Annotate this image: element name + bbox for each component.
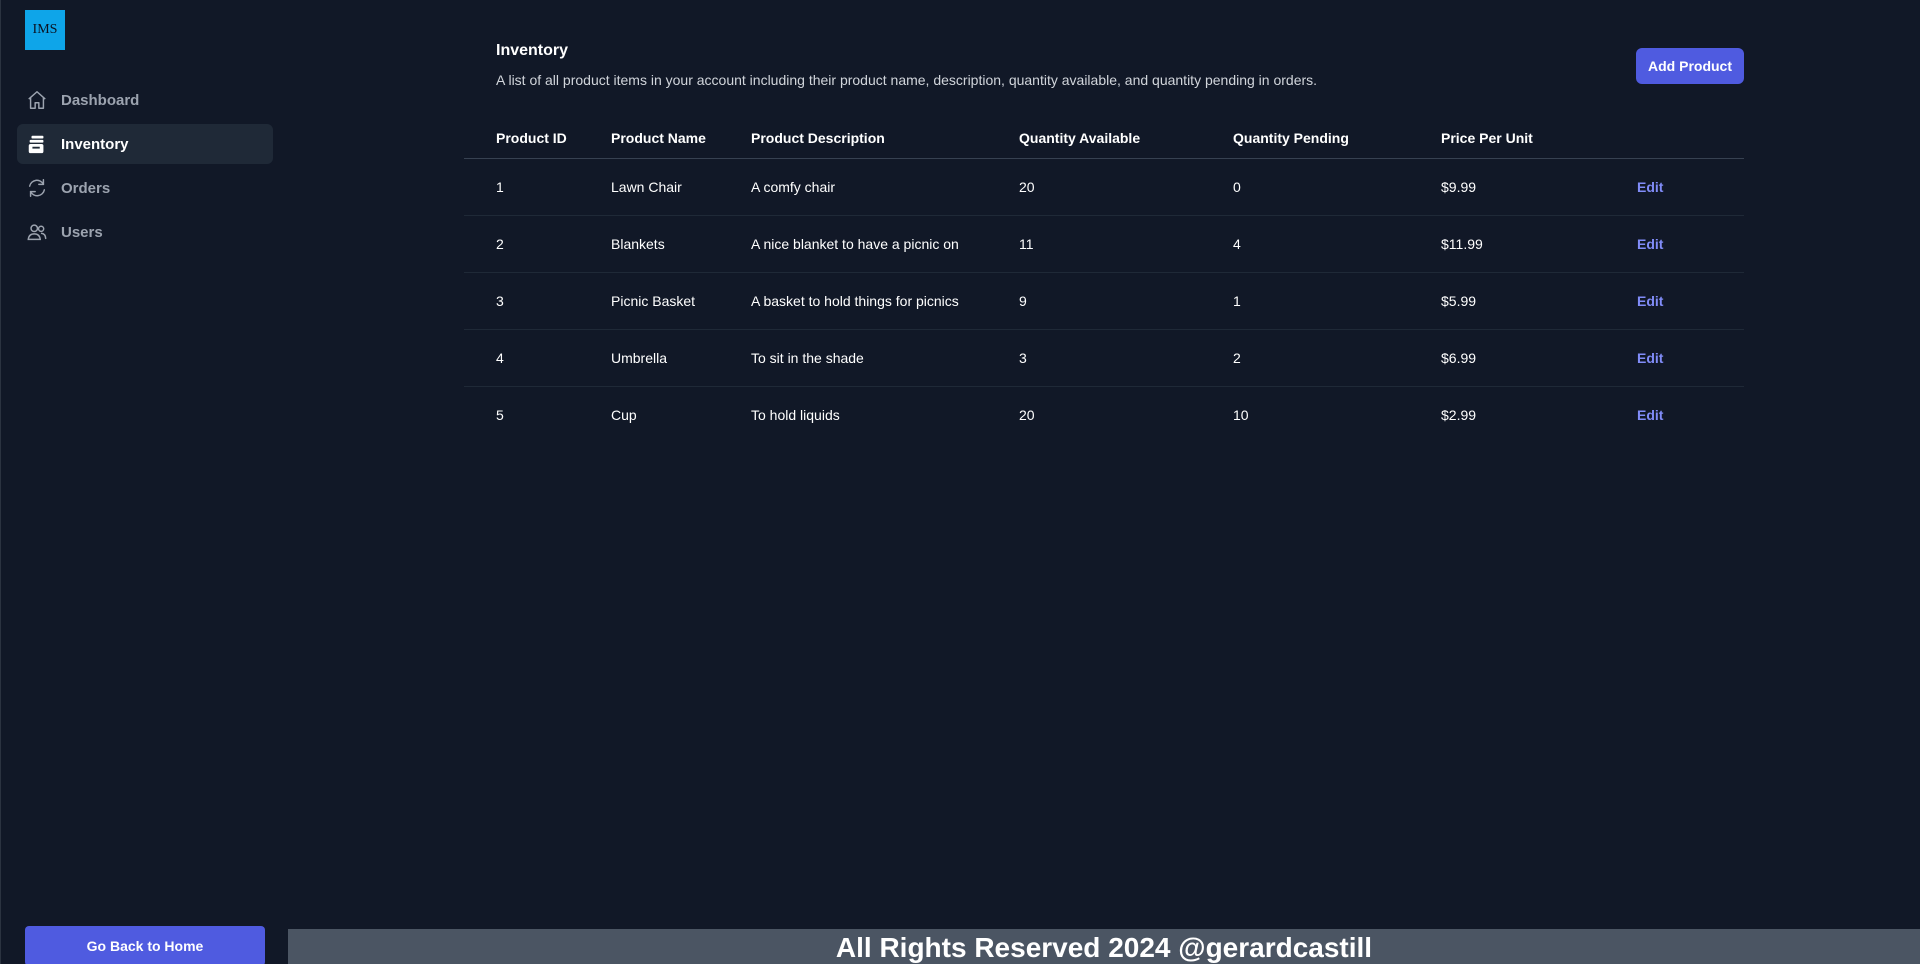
cell-quantity-pending: 1 bbox=[1233, 272, 1441, 330]
edit-link[interactable]: Edit bbox=[1637, 236, 1663, 252]
cell-product-name: Lawn Chair bbox=[611, 158, 751, 216]
cell-quantity-pending: 10 bbox=[1233, 406, 1249, 423]
cell-quantity-available: 3 bbox=[1019, 329, 1233, 387]
footer-text: All Rights Reserved 2024 @gerardcastill bbox=[835, 931, 1373, 963]
cell-product-description: To sit in the shade bbox=[751, 329, 1019, 387]
cell-product-description: To hold liquids bbox=[751, 406, 840, 423]
sidebar-item-label: Users bbox=[61, 223, 103, 241]
users-icon bbox=[25, 220, 49, 244]
sidebar-item-label: Orders bbox=[61, 179, 111, 197]
column-header-quantity-pending: Quantity Pending bbox=[1233, 118, 1441, 159]
table-row: 5 Cup To hold liquids 20 10 $2.99 Edit bbox=[464, 386, 1744, 443]
sidebar-item-orders[interactable]: Orders bbox=[17, 168, 273, 208]
edit-link[interactable]: Edit bbox=[1637, 407, 1663, 423]
cell-product-id: 1 bbox=[464, 158, 611, 216]
sidebar-item-inventory[interactable]: Inventory bbox=[17, 124, 273, 164]
inventory-table-container: Product ID Product Name Product Descript… bbox=[464, 118, 1744, 443]
main-content: Inventory A list of all product items in… bbox=[288, 0, 1920, 964]
table-header-row: Product ID Product Name Product Descript… bbox=[464, 118, 1744, 159]
edit-link[interactable]: Edit bbox=[1637, 293, 1663, 309]
cell-product-name: Umbrella bbox=[611, 329, 751, 387]
cell-actions: Edit bbox=[1637, 386, 1744, 443]
cell-price: $5.99 bbox=[1441, 272, 1637, 330]
cell-quantity-pending: 0 bbox=[1233, 158, 1441, 216]
cell-product-id: 4 bbox=[464, 329, 611, 387]
cell-product-id: 5 bbox=[496, 406, 504, 423]
cell-product-description: A basket to hold things for picnics bbox=[751, 272, 1019, 330]
page-title: Inventory bbox=[496, 42, 569, 59]
cell-price: $9.99 bbox=[1441, 158, 1637, 216]
inventory-table: Product ID Product Name Product Descript… bbox=[464, 118, 1744, 443]
cell-product-id: 2 bbox=[464, 215, 611, 273]
table-row: 2 Blankets A nice blanket to have a picn… bbox=[464, 215, 1744, 273]
cell-price: $11.99 bbox=[1441, 215, 1637, 273]
column-header-quantity-available: Quantity Available bbox=[1019, 118, 1233, 159]
table-row: 3 Picnic Basket A basket to hold things … bbox=[464, 272, 1744, 330]
cell-product-id: 3 bbox=[464, 272, 611, 330]
column-header-product-id: Product ID bbox=[464, 118, 611, 159]
column-header-product-description: Product Description bbox=[751, 118, 1019, 159]
cell-price: $2.99 bbox=[1441, 406, 1477, 423]
cell-quantity-available: 11 bbox=[1019, 215, 1233, 273]
inventory-icon bbox=[25, 132, 49, 156]
app-root: IMS Dashboard Inventory Orders Users Go … bbox=[0, 0, 1920, 964]
cell-price: $6.99 bbox=[1441, 329, 1637, 387]
sidebar-item-label: Dashboard bbox=[61, 91, 140, 109]
column-header-price-per-unit: Price Per Unit bbox=[1441, 118, 1637, 159]
cell-actions: Edit bbox=[1637, 272, 1744, 330]
logo[interactable]: IMS bbox=[25, 10, 65, 50]
cell-quantity-available: 20 bbox=[1019, 158, 1233, 216]
page-header: Inventory A list of all product items in… bbox=[496, 42, 1746, 88]
cell-product-name: Cup bbox=[611, 406, 637, 423]
cell-actions: Edit bbox=[1637, 329, 1744, 387]
edit-link[interactable]: Edit bbox=[1637, 179, 1663, 195]
sidebar-item-label: Inventory bbox=[61, 135, 129, 153]
sidebar-item-dashboard[interactable]: Dashboard bbox=[17, 80, 273, 120]
cell-product-name: Blankets bbox=[611, 215, 751, 273]
cell-actions: Edit bbox=[1637, 215, 1744, 273]
edit-link[interactable]: Edit bbox=[1637, 350, 1663, 366]
table-row: 1 Lawn Chair A comfy chair 20 0 $9.99 Ed… bbox=[464, 158, 1744, 216]
column-header-product-name: Product Name bbox=[611, 118, 751, 159]
go-back-home-button[interactable]: Go Back to Home bbox=[25, 926, 265, 964]
cell-quantity-available: 9 bbox=[1019, 272, 1233, 330]
cell-product-description: A nice blanket to have a picnic on bbox=[751, 215, 1019, 273]
footer: All Rights Reserved 2024 @gerardcastill bbox=[288, 929, 1920, 964]
page-description: A list of all product items in your acco… bbox=[496, 72, 1318, 88]
sidebar-item-users[interactable]: Users bbox=[17, 212, 273, 252]
sidebar: IMS Dashboard Inventory Orders Users Go … bbox=[0, 0, 288, 964]
cell-actions: Edit bbox=[1637, 158, 1744, 216]
cell-product-name: Picnic Basket bbox=[611, 272, 751, 330]
refresh-icon bbox=[25, 176, 49, 200]
home-icon bbox=[25, 88, 49, 112]
table-row: 4 Umbrella To sit in the shade 3 2 $6.99… bbox=[464, 329, 1744, 387]
column-header-actions bbox=[1637, 118, 1744, 159]
cell-quantity-pending: 4 bbox=[1233, 215, 1441, 273]
cell-quantity-available: 20 bbox=[1019, 406, 1035, 423]
sidebar-nav: Dashboard Inventory Orders Users bbox=[17, 80, 273, 256]
add-product-button[interactable]: Add Product bbox=[1636, 48, 1744, 84]
cell-product-description: A comfy chair bbox=[751, 158, 1019, 216]
cell-quantity-pending: 2 bbox=[1233, 329, 1441, 387]
